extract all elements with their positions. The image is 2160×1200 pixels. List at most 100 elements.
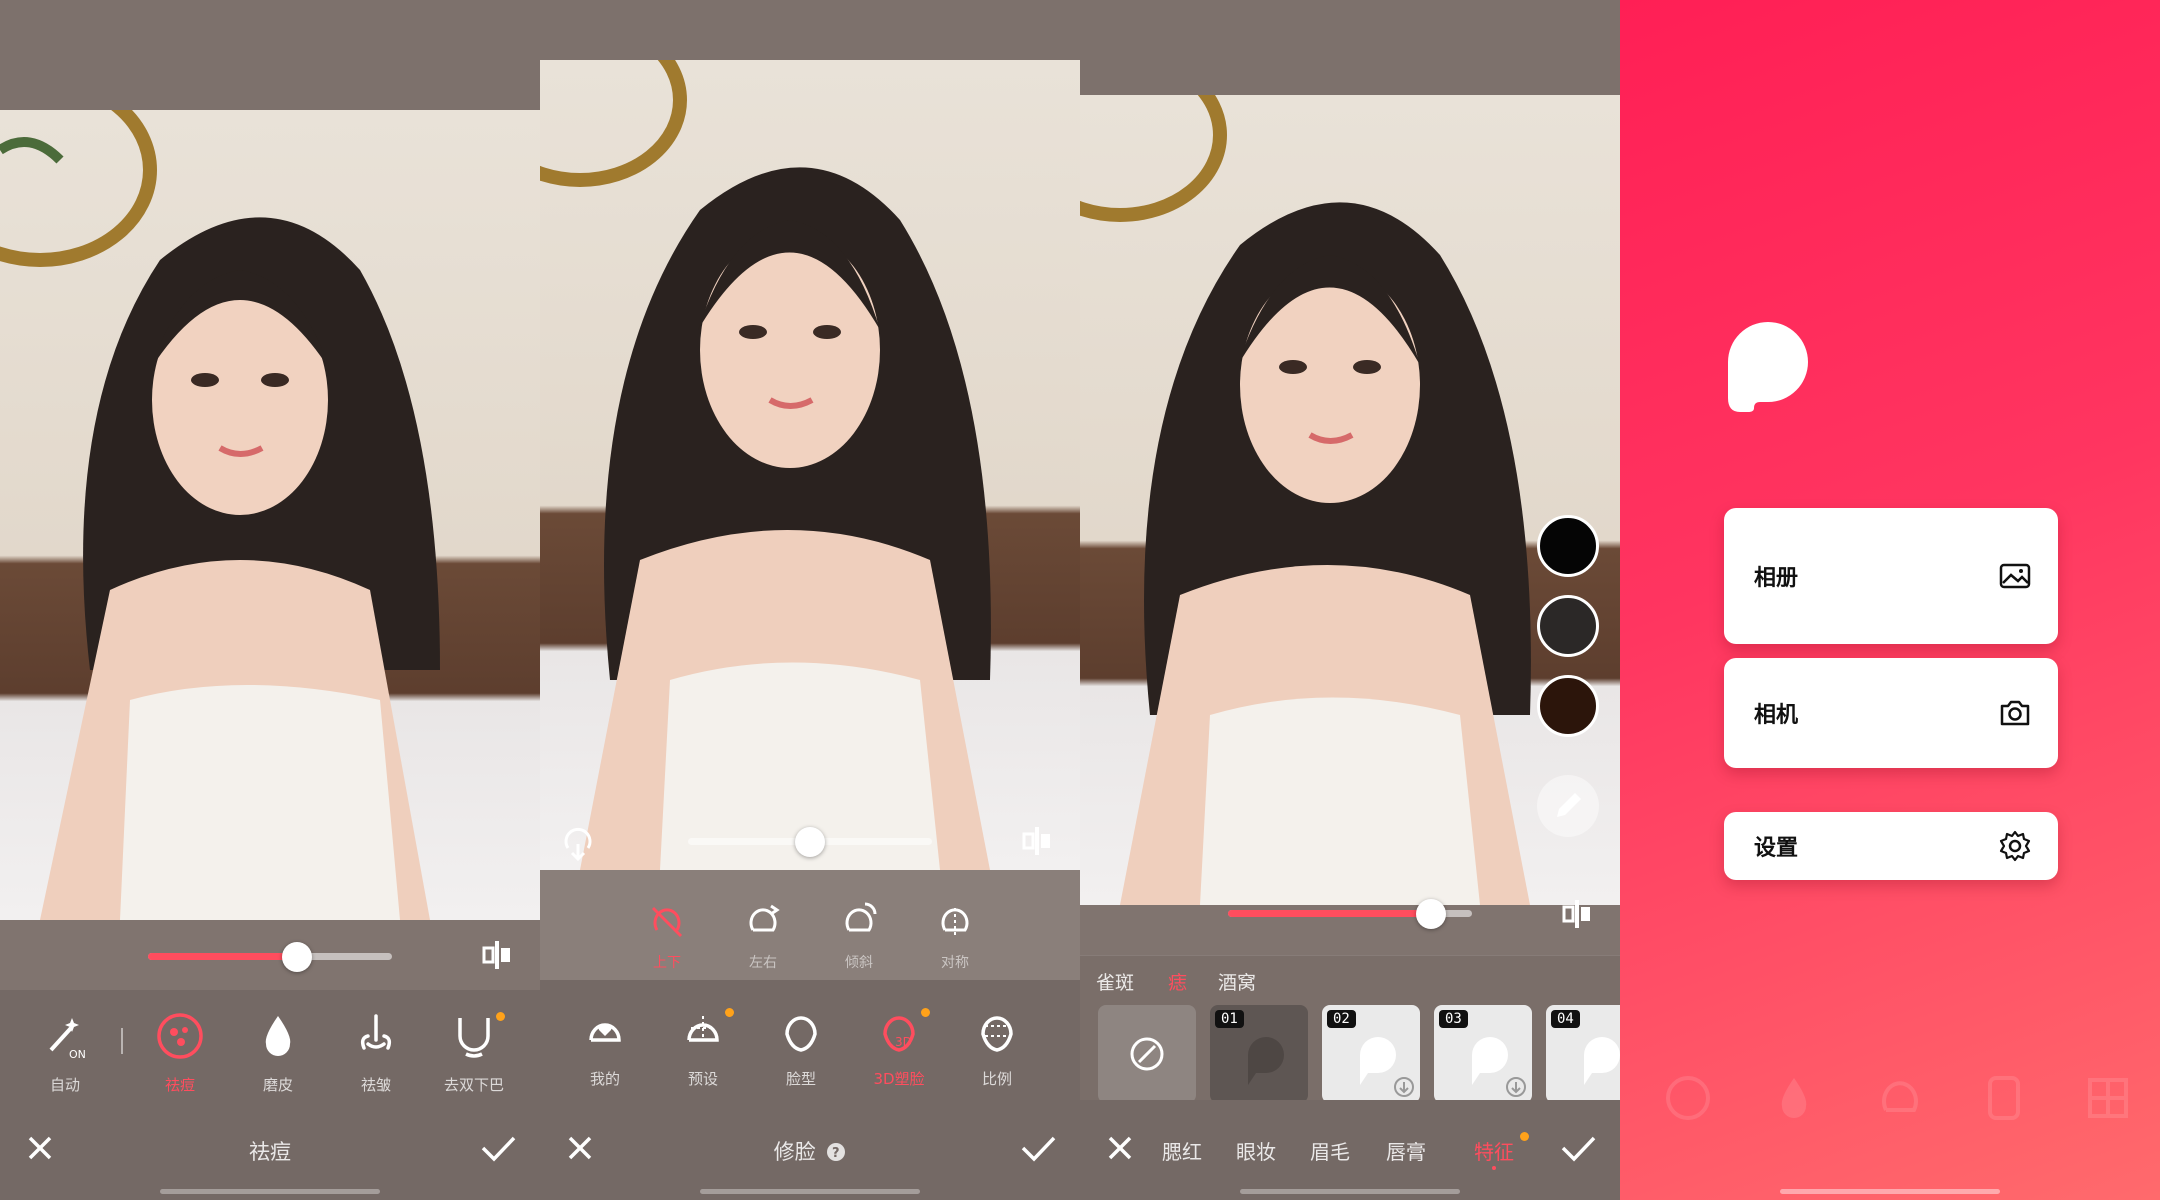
color-swatch-darkgray[interactable] (1537, 595, 1599, 657)
pen-button[interactable] (1537, 775, 1599, 837)
subtab-vertical[interactable]: 上下 (622, 900, 712, 972)
thumb-number: 01 (1215, 1010, 1244, 1028)
magic-wand-on-icon: ON (49, 1018, 86, 1061)
menu-label: 设置 (1754, 836, 1799, 861)
tool-double-chin[interactable]: 去双下巴 (429, 1010, 519, 1095)
menu-label: 相册 (1754, 566, 1799, 591)
home-indicator (700, 1189, 920, 1194)
photo-canvas[interactable] (1080, 95, 1620, 905)
tab-eye-makeup[interactable]: 眼妆 (1236, 1136, 1276, 1165)
bottom-bar: 祛痘 (0, 1100, 540, 1200)
portrait-image (0, 110, 441, 920)
none-icon (1130, 1037, 1164, 1071)
slider-fill (148, 953, 297, 960)
gallery-icon (1999, 563, 2031, 589)
status-area (0, 0, 540, 110)
tool-acne[interactable]: 祛痘 (135, 1010, 225, 1104)
ghost-body-icon (1988, 1076, 2020, 1120)
menu-label: 相机 (1754, 703, 1799, 728)
tool-auto[interactable]: ON 自动 (20, 1010, 110, 1095)
bottom-bar: 修脸 ? (540, 1100, 1080, 1200)
new-badge (496, 1012, 505, 1021)
help-icon[interactable]: ? (826, 1142, 846, 1162)
tool-smooth[interactable]: 磨皮 (233, 1010, 323, 1095)
double-chin-icon (458, 1018, 490, 1058)
color-swatch-black[interactable] (1537, 515, 1599, 577)
tab-lipstick[interactable]: 唇膏 (1386, 1136, 1426, 1165)
thumb-item[interactable]: 04 (1546, 1005, 1620, 1103)
menu-camera[interactable]: 相机 (1724, 658, 2058, 768)
compare-icon[interactable] (1560, 897, 1594, 931)
menu-settings[interactable]: 设置 (1724, 812, 2058, 880)
category-mole[interactable]: 痣 (1168, 968, 1187, 995)
home-indicator (160, 1189, 380, 1194)
panel-makeup-features: 雀斑 痣 酒窝 01 02 03 04 腮红 眼妆 眉毛 唇膏 特征 (1080, 0, 1620, 1200)
tab-features[interactable]: 特征 (1474, 1136, 1514, 1165)
tool-label: 去双下巴 (443, 1076, 504, 1094)
panel-title: 修脸 (773, 1140, 816, 1164)
slider-fill (688, 838, 810, 845)
menu-album[interactable]: 相册 (1724, 508, 2058, 644)
new-badge (725, 1008, 734, 1017)
adjust-bar (0, 920, 540, 990)
panel-title: 祛痘 (249, 1140, 291, 1164)
ghost-grid-icon (2088, 1078, 2128, 1118)
thumb-item[interactable]: 01 (1210, 1005, 1308, 1103)
photo-canvas[interactable] (540, 60, 1080, 870)
close-icon[interactable] (1102, 1130, 1138, 1166)
compare-icon[interactable] (480, 938, 514, 972)
thumb-none[interactable] (1098, 1005, 1196, 1103)
tool-label: 3D塑脸 (873, 1070, 925, 1088)
slider-knob[interactable] (281, 942, 312, 972)
tool-label: 自动 (49, 1076, 80, 1094)
subtab-tilt[interactable]: 倾斜 (814, 900, 904, 972)
color-swatch-brown[interactable] (1537, 675, 1599, 737)
thumb-item[interactable]: 03 (1434, 1005, 1532, 1103)
tab-blush[interactable]: 腮红 (1162, 1136, 1202, 1165)
bottom-bar: 腮红 眼妆 眉毛 唇膏 特征 (1080, 1100, 1620, 1200)
subtab-label: 上下 (653, 955, 681, 971)
home-indicator (1240, 1189, 1460, 1194)
thumb-number: 03 (1439, 1010, 1468, 1028)
tool-wrinkle[interactable]: 祛皱 (331, 1010, 421, 1104)
slider-knob[interactable] (795, 827, 825, 857)
svg-text:3D: 3D (895, 1035, 912, 1049)
slider-knob[interactable] (1415, 899, 1446, 929)
panel-home-menu: 相册 相机 设置 (1620, 0, 2160, 1200)
intensity-slider[interactable] (1228, 899, 1472, 929)
panel-retouch-acne: ON 自动 祛痘 磨皮 祛皱 去双下巴 祛痘 (0, 0, 540, 1200)
tool-3d-face[interactable]: 3D 3D塑脸 (854, 1004, 944, 1089)
subtab-label: 对称 (941, 955, 969, 971)
compare-icon[interactable] (1020, 824, 1054, 858)
tool-preset[interactable]: 预设 (658, 1004, 748, 1089)
tab-eyebrow[interactable]: 眉毛 (1310, 1136, 1350, 1165)
category-freckles[interactable]: 雀斑 (1096, 968, 1134, 995)
tool-ratio[interactable]: 比例 (952, 1004, 1042, 1089)
subtab-horizontal[interactable]: 左右 (718, 900, 808, 972)
confirm-icon[interactable] (1018, 1130, 1058, 1166)
thumb-item[interactable]: 02 (1322, 1005, 1420, 1103)
tool-label: 预设 (687, 1070, 718, 1088)
subtab-label: 倾斜 (845, 955, 873, 971)
adjust-bar (1080, 899, 1620, 955)
divider (121, 1028, 123, 1054)
intensity-slider[interactable] (688, 827, 932, 857)
home-indicator (1780, 1189, 2000, 1194)
subtab-row: 上下 左右 倾斜 对称 (540, 870, 1080, 980)
tool-label: 脸型 (785, 1070, 816, 1088)
confirm-icon[interactable] (1558, 1130, 1598, 1166)
face-tilt-icon (845, 902, 877, 932)
drop-icon (265, 1016, 291, 1056)
slider-fill (1228, 910, 1431, 917)
intensity-slider[interactable] (148, 942, 392, 972)
photo-canvas[interactable] (0, 110, 540, 920)
tool-face-shape[interactable]: 脸型 (756, 1004, 846, 1089)
tool-mine[interactable]: 我的 (560, 1004, 650, 1089)
tool-label: 比例 (981, 1070, 1012, 1088)
subtab-symmetry[interactable]: 对称 (910, 900, 1000, 972)
heart-face-icon (589, 1023, 621, 1042)
settings-icon (1999, 830, 2031, 862)
category-dimple[interactable]: 酒窝 (1218, 968, 1256, 995)
confirm-icon[interactable] (478, 1130, 518, 1166)
face-download-icon[interactable] (558, 822, 598, 862)
